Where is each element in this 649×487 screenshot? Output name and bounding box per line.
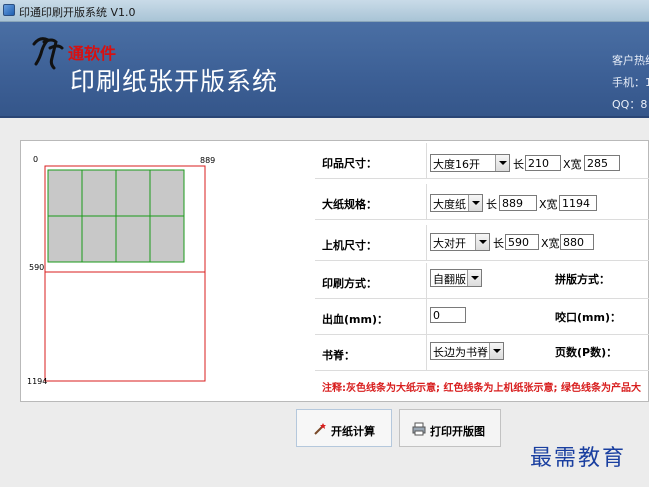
layout-preview: 0 889 590 1194 [21, 142, 295, 396]
spine-select[interactable]: 长边为书脊 [430, 342, 504, 360]
row-bleed: 出血(mm)： 0 咬口(mm)： [315, 299, 649, 335]
brand-text: 通软件 [68, 44, 117, 63]
width-label: X宽 [539, 198, 558, 211]
row-print-size: 印品尺寸： 大度16开 长 210 X宽 285 [315, 143, 649, 179]
axis-label-mid: 590 [29, 263, 44, 272]
length-label: 长 [513, 158, 524, 171]
header-banner: 通软件 印刷纸张开版系统 客户热线 手机：1 QQ：8 [0, 22, 649, 118]
chevron-down-icon[interactable] [468, 195, 482, 211]
parameter-form: 印品尺寸： 大度16开 长 210 X宽 285 大纸规格： 大度纸 长 889… [315, 143, 649, 400]
paper-length-input[interactable]: 889 [499, 195, 537, 211]
title-bar[interactable]: 印通印刷开版系统 V1.0 [0, 0, 649, 22]
print-mode-cell: 自翻版 拼版方式： [426, 263, 649, 299]
printer-icon [412, 422, 426, 436]
spine-label: 书脊： [322, 349, 355, 362]
product-cell [47, 169, 83, 217]
paper-width-input[interactable]: 1194 [559, 195, 597, 211]
bleed-label: 出血(mm)： [322, 313, 388, 326]
contact-hotline: 客户热线 [612, 54, 649, 67]
calculate-button[interactable]: 开纸计算 [296, 409, 392, 447]
product-cell [81, 169, 117, 217]
chevron-down-icon[interactable] [467, 270, 481, 286]
row-press-size: 上机尺寸： 大对开 长 590 X宽 880 [315, 225, 649, 261]
print-layout-label: 打印开版图 [430, 425, 485, 438]
product-cell [149, 215, 185, 263]
contact-phone: 手机：1 [612, 76, 649, 89]
press-width-input[interactable]: 880 [560, 234, 594, 250]
calculate-label: 开纸计算 [331, 425, 375, 438]
contact-qq: QQ：8 [612, 98, 648, 111]
print-length-input[interactable]: 210 [525, 155, 561, 171]
width-label: X宽 [541, 237, 560, 250]
window-title: 印通印刷开版系统 V1.0 [19, 6, 136, 19]
chevron-down-icon[interactable] [489, 343, 503, 359]
layout-preview-canvas: 0 889 590 1194 [27, 155, 215, 386]
product-cell [81, 215, 117, 263]
axis-label-height: 1194 [27, 377, 47, 386]
axis-label-width: 889 [200, 156, 215, 165]
press-length-input[interactable]: 590 [505, 234, 539, 250]
brush-logo-icon [32, 37, 64, 70]
row-print-mode: 印刷方式： 自翻版 拼版方式： [315, 263, 649, 299]
press-size-select[interactable]: 大对开 [430, 233, 490, 251]
row-paper-spec: 大纸规格： 大度纸 长 889 X宽 1194 [315, 184, 649, 220]
print-size-label: 印品尺寸： [322, 157, 377, 170]
print-width-input[interactable]: 285 [584, 155, 620, 171]
width-label: X宽 [563, 158, 582, 171]
chevron-down-icon[interactable] [475, 234, 489, 250]
wand-icon [314, 423, 326, 435]
product-cell [149, 169, 185, 217]
product-cell [115, 215, 151, 263]
press-size-label: 上机尺寸： [322, 239, 377, 252]
chevron-down-icon[interactable] [495, 155, 509, 171]
print-mode-select[interactable]: 自翻版 [430, 269, 482, 287]
spine-cell: 长边为书脊 页数(P数)： [426, 335, 649, 371]
paper-spec-cell: 大度纸 长 889 X宽 1194 [426, 184, 649, 220]
legend-note: 注释:灰色线条为大纸示意; 红色线条为上机纸张示意; 绿色线条为产品大 [322, 383, 641, 394]
paper-spec-label: 大纸规格： [322, 198, 377, 211]
watermark-text: 最需教育 [530, 446, 627, 471]
product-cell [115, 169, 151, 217]
length-label: 长 [486, 198, 497, 211]
print-layout-button[interactable]: 打印开版图 [399, 409, 501, 447]
press-size-cell: 大对开 长 590 X宽 880 [426, 225, 649, 261]
app-icon [3, 4, 15, 16]
bleed-cell: 0 咬口(mm)： [426, 299, 649, 335]
paper-spec-select[interactable]: 大度纸 [430, 194, 483, 212]
print-mode-label: 印刷方式： [322, 277, 377, 290]
length-label: 长 [493, 237, 504, 250]
print-size-cell: 大度16开 长 210 X宽 285 [426, 143, 649, 179]
gripper-label: 咬口(mm)： [555, 311, 621, 324]
page-count-label: 页数(P数)： [555, 346, 618, 359]
axis-label-origin: 0 [33, 155, 38, 164]
app-name: 印刷纸张开版系统 [70, 67, 279, 96]
app-window: 印通印刷开版系统 V1.0 通软件 印刷纸张开版系统 客户热线 手机：1 QQ：… [0, 0, 649, 487]
imposition-label: 拼版方式： [555, 273, 610, 286]
print-size-select[interactable]: 大度16开 [430, 154, 510, 172]
bleed-input[interactable]: 0 [430, 307, 466, 323]
row-spine: 书脊： 长边为书脊 页数(P数)： [315, 335, 649, 371]
product-cell [47, 215, 83, 263]
